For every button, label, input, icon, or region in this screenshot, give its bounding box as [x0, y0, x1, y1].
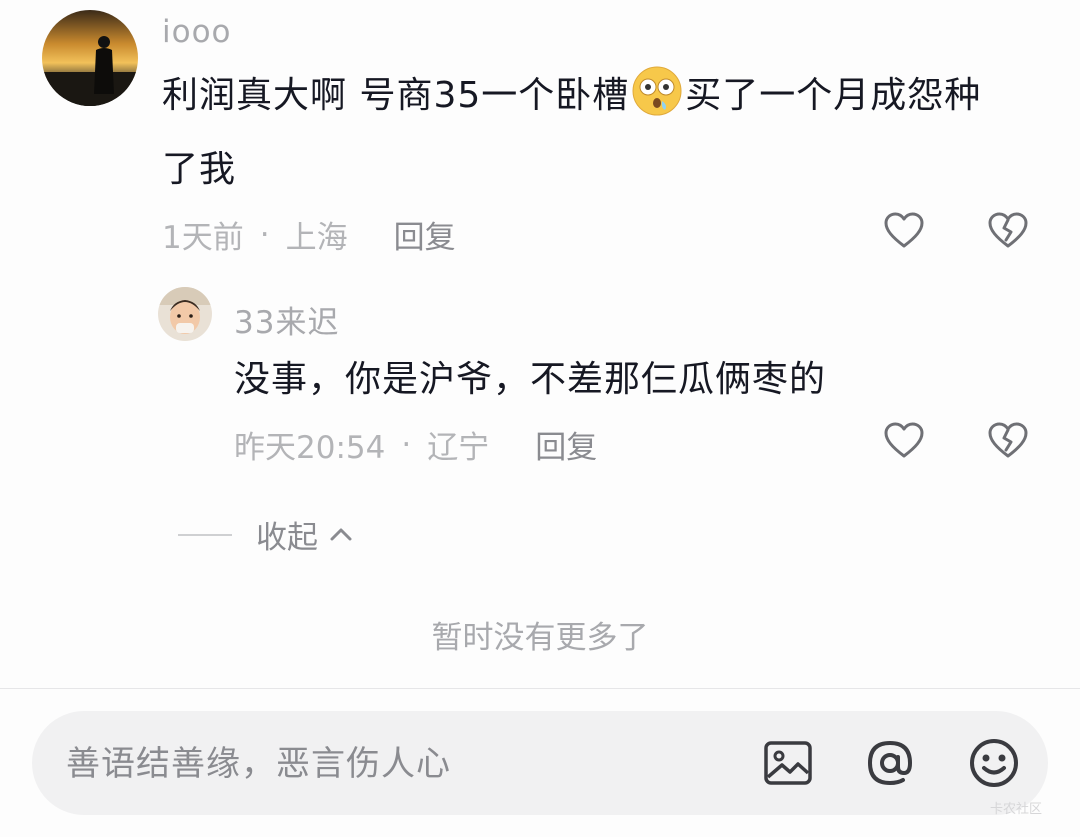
- mention-button[interactable]: [862, 735, 918, 791]
- reply-meta: 昨天20:54 · 辽宁 回复: [234, 422, 597, 467]
- comment-text-part2: 买了一个月成怨种: [685, 75, 982, 116]
- collapse-divider-line: [178, 533, 232, 536]
- reply-username[interactable]: 33来迟: [234, 297, 339, 342]
- no-more-comments-text: 暂时没有更多了: [431, 620, 649, 656]
- chevron-up-icon: [330, 528, 352, 540]
- watermark: 卡农社区: [989, 802, 1042, 817]
- heart-outline-icon: [884, 422, 924, 458]
- meta-separator: ·: [259, 216, 270, 253]
- avatar[interactable]: [42, 10, 138, 106]
- comment-username[interactable]: iooo: [162, 14, 232, 50]
- flushed-face-emoji-icon: [631, 65, 683, 117]
- reply-dislike-button[interactable]: [984, 416, 1032, 464]
- reply-text: 没事，你是沪爷，不差那仨瓜俩枣的: [234, 359, 827, 400]
- comment-location: 上海: [285, 220, 348, 256]
- divider: [0, 688, 1080, 689]
- comment-text: 利润真大啊 号商35一个卧槽 买了一个月成怨种: [162, 60, 1042, 132]
- comment-text-part1: 利润真大啊 号商35一个卧槽: [162, 75, 630, 116]
- comment-time: 1天前: [162, 220, 244, 256]
- meta-separator: ·: [401, 426, 412, 463]
- collapse-replies-button[interactable]: 收起: [178, 512, 354, 557]
- collapse-label: 收起: [256, 520, 318, 556]
- heart-outline-icon: [884, 212, 924, 248]
- comment-meta: 1天前 · 上海 回复: [162, 212, 456, 257]
- insert-image-button[interactable]: [760, 735, 816, 791]
- reply-avatar[interactable]: [158, 287, 212, 341]
- reply-reply-button[interactable]: 回复: [535, 422, 597, 467]
- comment-text-line2: 了我: [162, 149, 237, 190]
- like-button[interactable]: [880, 206, 928, 254]
- reply-time: 昨天20:54: [234, 430, 386, 466]
- reply-button[interactable]: 回复: [394, 212, 456, 257]
- smiley-icon: [970, 739, 1018, 787]
- broken-heart-icon: [988, 212, 1028, 248]
- image-icon: [764, 741, 812, 785]
- comment-input-bar: [32, 711, 1048, 815]
- reply-location: 辽宁: [427, 430, 490, 466]
- emoji-button[interactable]: [966, 735, 1022, 791]
- dislike-button[interactable]: [984, 206, 1032, 254]
- broken-heart-icon: [988, 422, 1028, 458]
- reply-like-button[interactable]: [880, 416, 928, 464]
- at-icon: [867, 740, 913, 786]
- comment-input[interactable]: [64, 733, 708, 795]
